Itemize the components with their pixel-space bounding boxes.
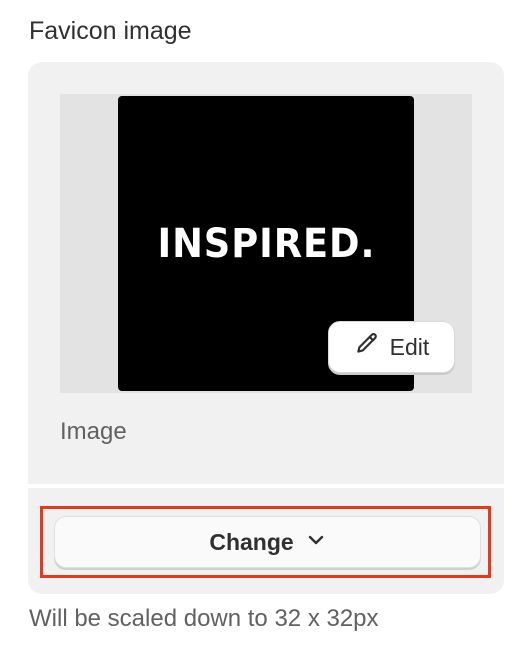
edit-button[interactable]: Edit	[328, 321, 455, 373]
change-button-label: Change	[209, 528, 294, 555]
logo-text: INSPIRED.	[157, 220, 375, 267]
change-button-highlight: Change	[40, 506, 491, 578]
help-text: Will be scaled down to 32 x 32px	[29, 605, 379, 632]
change-button[interactable]: Change	[54, 516, 481, 568]
image-preview: INSPIRED. Edit	[60, 94, 472, 393]
favicon-field-label: Favicon image	[29, 17, 192, 45]
divider	[28, 484, 504, 488]
pencil-icon	[354, 331, 380, 363]
edit-button-label: Edit	[389, 333, 430, 360]
chevron-down-icon	[306, 529, 326, 556]
image-caption: Image	[60, 418, 127, 445]
favicon-card: INSPIRED. Edit Image Change	[28, 62, 504, 594]
